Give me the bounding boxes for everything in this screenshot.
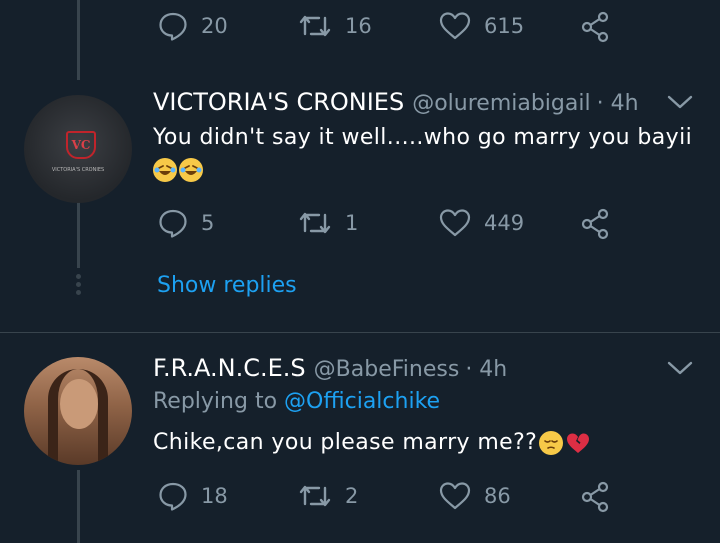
- avatar-shield-logo: VC: [66, 131, 96, 159]
- reply-button[interactable]: 5: [157, 207, 214, 239]
- thread-line-top: [77, 0, 80, 80]
- share-icon: [580, 10, 612, 44]
- retweet-button[interactable]: 16: [297, 10, 372, 42]
- retweet-count: 2: [345, 484, 359, 508]
- like-count: 615: [484, 14, 525, 38]
- timestamp[interactable]: · 4h: [465, 357, 507, 382]
- replying-to-handle[interactable]: @Officialchike: [284, 389, 440, 414]
- reply-count: 20: [201, 14, 228, 38]
- timestamp[interactable]: · 4h: [597, 91, 639, 116]
- user-handle[interactable]: @BabeFiness: [314, 357, 460, 382]
- reply-count: 5: [201, 211, 215, 235]
- like-button[interactable]: 449: [438, 207, 524, 239]
- show-replies-link[interactable]: Show replies: [157, 273, 297, 298]
- retweet-count: 1: [345, 211, 359, 235]
- reply-button[interactable]: 20: [157, 10, 228, 42]
- avatar-hair: [48, 369, 108, 465]
- heart-icon: [438, 480, 472, 512]
- avatar[interactable]: VC VICTORIA'S CRONIES: [24, 95, 132, 203]
- tweet-divider: [0, 332, 720, 333]
- share-icon: [580, 480, 612, 514]
- tweet-header: F.R.A.N.C.E.S @BabeFiness · 4h: [153, 354, 507, 382]
- like-button[interactable]: 615: [438, 10, 524, 42]
- thread-line-mid: [77, 198, 80, 268]
- reply-count: 18: [201, 484, 228, 508]
- avatar-caption: VICTORIA'S CRONIES: [51, 167, 105, 173]
- share-button[interactable]: [580, 10, 612, 44]
- avatar[interactable]: [24, 357, 132, 465]
- user-handle[interactable]: @oluremiabigail: [412, 91, 590, 116]
- reply-icon: [157, 10, 189, 42]
- reply-icon: [157, 480, 189, 512]
- share-button[interactable]: [580, 207, 612, 241]
- display-name[interactable]: F.R.A.N.C.E.S: [153, 354, 306, 382]
- retweet-icon: [297, 207, 333, 239]
- rolling-laughing-emoji-icon: [179, 158, 203, 182]
- tweet-text: You didn't say it well.....who go marry …: [153, 122, 693, 186]
- thread-dots: [75, 274, 82, 295]
- retweet-count: 16: [345, 14, 372, 38]
- broken-heart-emoji-icon: [565, 431, 591, 455]
- display-name[interactable]: VICTORIA'S CRONIES: [153, 88, 404, 116]
- retweet-icon: [297, 10, 333, 42]
- replying-to: Replying to @Officialchike: [153, 389, 440, 414]
- share-icon: [580, 207, 612, 241]
- pensive-face-emoji-icon: [539, 431, 564, 455]
- like-count: 86: [484, 484, 511, 508]
- replying-label: Replying to: [153, 389, 278, 414]
- like-count: 449: [484, 211, 525, 235]
- retweet-button[interactable]: 2: [297, 480, 358, 512]
- heart-icon: [438, 207, 472, 239]
- reply-icon: [157, 207, 189, 239]
- retweet-button[interactable]: 1: [297, 207, 358, 239]
- share-button[interactable]: [580, 480, 612, 514]
- heart-icon: [438, 10, 472, 42]
- tweet-text: Chike,can you please marry me??: [153, 427, 693, 459]
- chevron-down-icon[interactable]: [665, 92, 695, 116]
- thread-line-bottom: [77, 470, 80, 543]
- retweet-icon: [297, 480, 333, 512]
- like-button[interactable]: 86: [438, 480, 511, 512]
- chevron-down-icon[interactable]: [665, 358, 695, 382]
- reply-button[interactable]: 18: [157, 480, 228, 512]
- tweet-header: VICTORIA'S CRONIES @oluremiabigail · 4h: [153, 88, 639, 116]
- rolling-laughing-emoji-icon: [153, 158, 177, 182]
